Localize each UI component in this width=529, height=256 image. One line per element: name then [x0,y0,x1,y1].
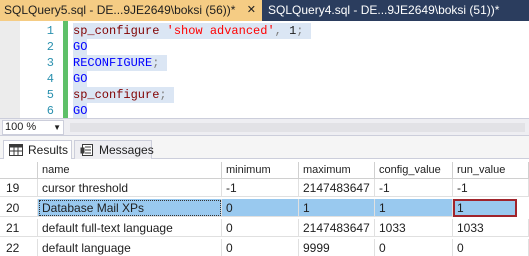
query-editor[interactable]: 1 2 3 4 5 6 sp_configure 'show advanced'… [0,21,529,119]
cell-name[interactable]: default full-text language [38,219,222,237]
row-number[interactable]: 20 [0,199,38,217]
code-line-5[interactable]: sp_configure; [73,87,174,103]
cell-minimum[interactable]: 0 [222,199,299,217]
line-number: 4 [46,72,54,86]
cell-maximum[interactable]: 1 [299,199,375,217]
line-number: 3 [46,56,54,70]
horizontal-scrollbar[interactable] [70,123,525,132]
cell-name[interactable]: cursor threshold [38,179,222,197]
zoom-dropdown[interactable]: 100 % ▼ [2,120,64,135]
row-number-header [0,162,38,179]
cell-maximum[interactable]: 2147483647 [299,179,375,197]
cell-config-value[interactable]: -1 [375,179,453,197]
table-row-selected[interactable]: 20 Database Mail XPs 0 1 1 1 [0,199,529,217]
code-line-4[interactable]: GO [73,71,88,87]
cell-minimum[interactable]: -1 [222,179,299,197]
row-number[interactable]: 21 [0,219,38,237]
cell-maximum[interactable]: 9999 [299,239,375,256]
zoom-value: 100 % [5,121,37,133]
cell-run-value[interactable]: -1 [453,179,529,197]
tab-messages-label: Messages [99,143,154,157]
code-line-3[interactable]: RECONFIGURE; [73,55,167,71]
editor-status-bar: 100 % ▼ [0,118,529,135]
proc-name: sp_configure [73,88,160,102]
tab-sqlquery5[interactable]: SQLQuery5.sql - DE...9JE2649\boksi (56))… [0,0,262,21]
tab-messages[interactable]: Messages [74,140,154,160]
keyword: GO [73,104,88,118]
cell-run-value[interactable]: 1033 [453,219,529,237]
tab-results[interactable]: Results [3,140,72,160]
cell-minimum[interactable]: 0 [222,219,299,237]
string-literal: 'show advanced' [166,24,275,38]
column-header-config-value[interactable]: config_value [375,162,453,179]
tab-results-label: Results [28,143,69,157]
line-number: 6 [46,104,54,118]
results-grid[interactable]: name minimum maximum config_value run_va… [0,159,529,256]
punctuation: ; [296,24,304,38]
punctuation: ; [152,56,160,70]
line-number: 1 [46,24,54,38]
keyword: RECONFIGURE [73,56,153,70]
cell-config-value[interactable]: 0 [375,239,453,256]
table-row[interactable]: 19 cursor threshold -1 2147483647 -1 -1 [0,179,529,197]
grid-icon [9,144,23,156]
tab-label: SQLQuery4.sql - DE...9JE2649\boksi (51))… [268,3,500,17]
tab-label: SQLQuery5.sql - DE...9JE2649\boksi (56))… [4,3,236,17]
change-tracking-bar [63,21,68,118]
cell-name[interactable]: default language [38,239,222,256]
row-number[interactable]: 22 [0,239,38,256]
results-tab-bar: Results Messages [0,135,529,160]
cell-name[interactable]: Database Mail XPs [38,199,222,217]
proc-name: sp_configure [73,24,160,38]
code-line-1[interactable]: sp_configure 'show advanced', 1; [73,23,311,39]
cell-maximum[interactable]: 2147483647 [299,219,375,237]
cell-config-value[interactable]: 1 [375,199,453,217]
column-header-name[interactable]: name [38,162,222,179]
keyword: GO [73,72,88,86]
tab-sqlquery4[interactable]: SQLQuery4.sql - DE...9JE2649\boksi (51))… [262,0,529,21]
column-header-maximum[interactable]: maximum [299,162,375,179]
line-number: 5 [46,88,54,102]
cell-config-value[interactable]: 1033 [375,219,453,237]
cell-run-value[interactable]: 0 [453,239,529,256]
close-icon[interactable]: ✕ [247,0,256,21]
column-header-run-value[interactable]: run_value [453,162,529,179]
table-row[interactable]: 22 default language 0 9999 0 0 [0,239,529,256]
table-row[interactable]: 21 default full-text language 0 21474836… [0,219,529,237]
document-tab-strip: SQLQuery5.sql - DE...9JE2649\boksi (56))… [0,0,529,21]
row-number[interactable]: 19 [0,179,38,197]
column-header-minimum[interactable]: minimum [222,162,299,179]
code-line-2[interactable]: GO [73,39,88,55]
code-line-6[interactable]: GO [73,103,88,119]
punctuation: ; [159,88,167,102]
cell-minimum[interactable]: 0 [222,239,299,256]
messages-icon [80,144,93,156]
keyword: GO [73,40,88,54]
cell-run-value-focused[interactable]: 1 [453,199,517,217]
chevron-down-icon: ▼ [53,123,61,132]
line-number: 2 [46,40,54,54]
editor-margin [0,21,20,118]
punctuation: , [274,24,282,38]
